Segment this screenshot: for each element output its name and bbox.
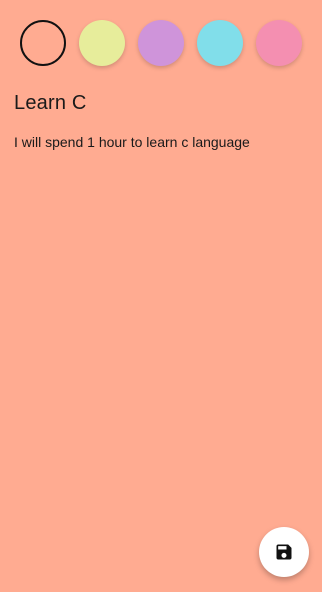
color-swatch-peach[interactable] [20, 20, 66, 66]
save-button[interactable] [259, 527, 309, 577]
color-swatch-yellow[interactable] [79, 20, 125, 66]
color-swatch-pink[interactable] [256, 20, 302, 66]
note-editor-screen: Learn C I will spend 1 hour to learn c l… [0, 0, 322, 592]
color-swatch-cyan[interactable] [197, 20, 243, 66]
save-icon [276, 544, 292, 560]
note-title-input[interactable]: Learn C [14, 92, 87, 115]
color-swatch-purple[interactable] [138, 20, 184, 66]
note-body-input[interactable]: I will spend 1 hour to learn c language [14, 134, 250, 150]
color-picker [20, 20, 304, 66]
